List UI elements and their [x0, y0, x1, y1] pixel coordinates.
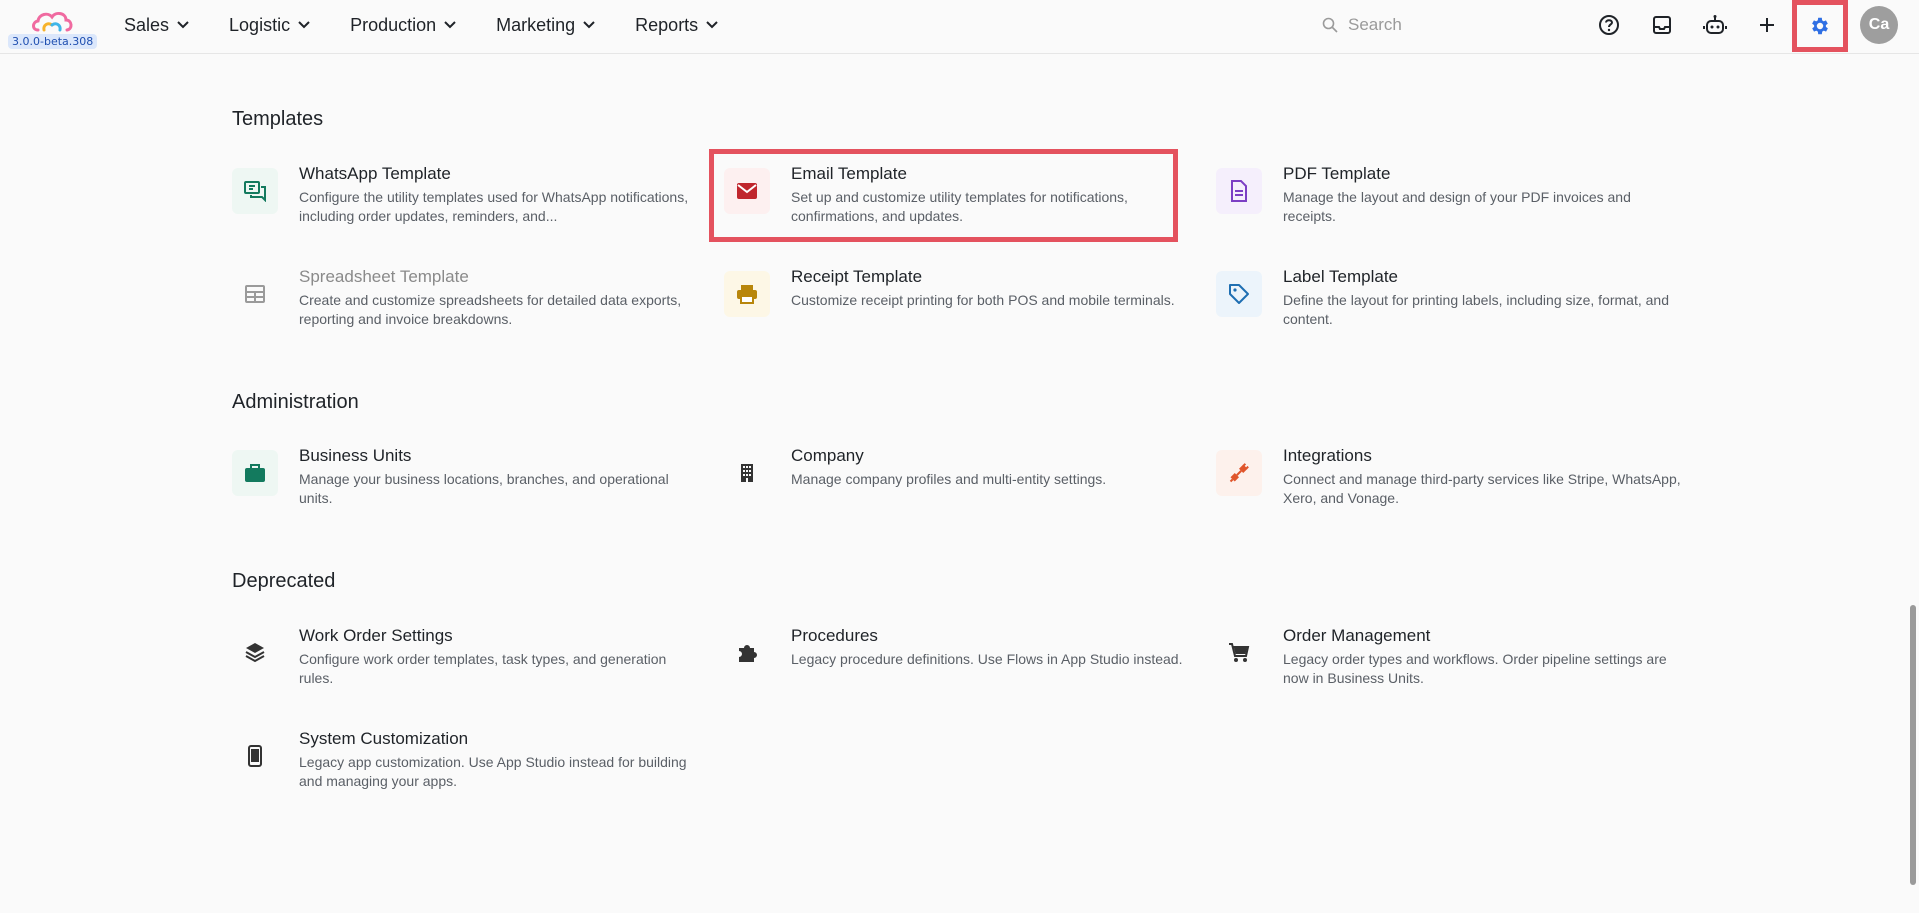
assistant-button[interactable]	[1700, 10, 1730, 40]
card-title: PDF Template	[1283, 164, 1391, 183]
card-description: Customize receipt printing for both POS …	[791, 292, 1175, 308]
nav-production[interactable]: Production	[350, 15, 456, 36]
card-description: Configure the utility templates used for…	[299, 189, 689, 224]
card-description: Legacy procedure definitions. Use Flows …	[791, 651, 1183, 667]
document-icon	[1216, 168, 1262, 214]
card-procedures[interactable]: Procedures Legacy procedure definitions.…	[724, 626, 1184, 706]
card-title: Order Management	[1283, 626, 1431, 645]
card-description: Configure work order templates, task typ…	[299, 651, 667, 686]
card-order-management[interactable]: Order Management Legacy order types and …	[1216, 626, 1676, 706]
card-description: Manage the layout and design of your PDF…	[1283, 189, 1631, 224]
card-title: Receipt Template	[791, 267, 923, 286]
help-button[interactable]	[1594, 10, 1624, 40]
card-title: Company	[791, 446, 864, 465]
card-pdf-template[interactable]: PDF Template Manage the layout and desig…	[1216, 164, 1676, 244]
inbox-button[interactable]	[1647, 10, 1677, 40]
card-description: Create and customize spreadsheets for de…	[299, 292, 682, 327]
card-work-order-settings[interactable]: Work Order Settings Configure work order…	[232, 626, 692, 706]
cart-icon	[1216, 630, 1262, 676]
card-title: Procedures	[791, 626, 878, 645]
card-description: Legacy order types and workflows. Order …	[1283, 651, 1667, 686]
card-title: Business Units	[299, 446, 412, 465]
card-integrations[interactable]: Integrations Connect and manage third-pa…	[1216, 446, 1681, 526]
card-company[interactable]: Company Manage company profiles and mult…	[724, 446, 1184, 526]
card-description: Define the layout for printing labels, i…	[1283, 292, 1669, 327]
search-icon	[1322, 17, 1338, 33]
card-description: Manage your business locations, branches…	[299, 471, 669, 506]
plus-icon	[1760, 18, 1774, 32]
main-nav: Sales Logistic Production Marketing Repo…	[124, 0, 758, 50]
help-icon	[1599, 15, 1619, 35]
tag-icon	[1216, 271, 1262, 317]
card-system-customization[interactable]: System Customization Legacy app customiz…	[232, 729, 692, 809]
table-icon	[232, 271, 278, 317]
add-button[interactable]	[1752, 10, 1782, 40]
chevron-down-icon	[298, 21, 310, 29]
robot-icon	[1703, 15, 1727, 34]
inbox-icon	[1653, 16, 1671, 34]
top-bar: 3.0.0-beta.308 Sales Logistic Production…	[0, 0, 1919, 54]
section-title-templates: Templates	[232, 108, 324, 130]
card-description: Legacy app customization. Use App Studio…	[299, 754, 687, 789]
version-badge: 3.0.0-beta.308	[8, 34, 98, 49]
nav-production-label: Production	[350, 14, 437, 35]
chevron-down-icon	[583, 21, 595, 29]
chevron-down-icon	[444, 21, 456, 29]
avatar[interactable]: Ca	[1860, 6, 1898, 44]
section-title-deprecated: Deprecated	[232, 570, 336, 592]
scrollbar-thumb[interactable]	[1910, 605, 1916, 885]
card-business-units[interactable]: Business Units Manage your business loca…	[232, 446, 692, 526]
card-whatsapp-template[interactable]: WhatsApp Template Configure the utility …	[232, 164, 692, 244]
printer-icon	[724, 271, 770, 317]
settings-button[interactable]	[1792, 0, 1848, 52]
phone-icon	[232, 733, 278, 779]
nav-marketing-label: Marketing	[496, 14, 576, 35]
card-receipt-template[interactable]: Receipt Template Customize receipt print…	[724, 267, 1184, 347]
section-title-administration: Administration	[232, 391, 359, 413]
plug-icon	[1216, 450, 1262, 496]
puzzle-icon	[724, 630, 770, 676]
card-description: Manage company profiles and multi-entity…	[791, 471, 1107, 487]
nav-reports-label: Reports	[635, 14, 699, 35]
nav-sales-label: Sales	[124, 14, 170, 35]
chevron-down-icon	[706, 21, 718, 29]
card-title: Spreadsheet Template	[299, 267, 469, 286]
card-title: Integrations	[1283, 446, 1372, 465]
nav-marketing[interactable]: Marketing	[496, 15, 595, 36]
email-template-highlight	[709, 149, 1178, 242]
nav-logistic-label: Logistic	[229, 14, 291, 35]
building-icon	[724, 450, 770, 496]
card-title: WhatsApp Template	[299, 164, 451, 183]
card-title: Work Order Settings	[299, 626, 453, 645]
card-label-template[interactable]: Label Template Define the layout for pri…	[1216, 267, 1676, 347]
search-input[interactable]	[1348, 15, 1538, 35]
card-spreadsheet-template[interactable]: Spreadsheet Template Create and customiz…	[232, 267, 692, 347]
briefcase-icon	[232, 450, 278, 496]
card-description: Connect and manage third-party services …	[1283, 471, 1681, 506]
nav-reports[interactable]: Reports	[635, 15, 718, 36]
nav-logistic[interactable]: Logistic	[229, 15, 310, 36]
gear-icon	[1812, 17, 1828, 35]
search-box	[1322, 12, 1552, 38]
card-title: Label Template	[1283, 267, 1398, 286]
card-title: System Customization	[299, 729, 469, 748]
nav-sales[interactable]: Sales	[124, 15, 189, 36]
layers-icon	[232, 630, 278, 676]
scrollbar[interactable]	[1907, 0, 1919, 913]
chat-icon	[232, 168, 278, 214]
chevron-down-icon	[177, 21, 189, 29]
